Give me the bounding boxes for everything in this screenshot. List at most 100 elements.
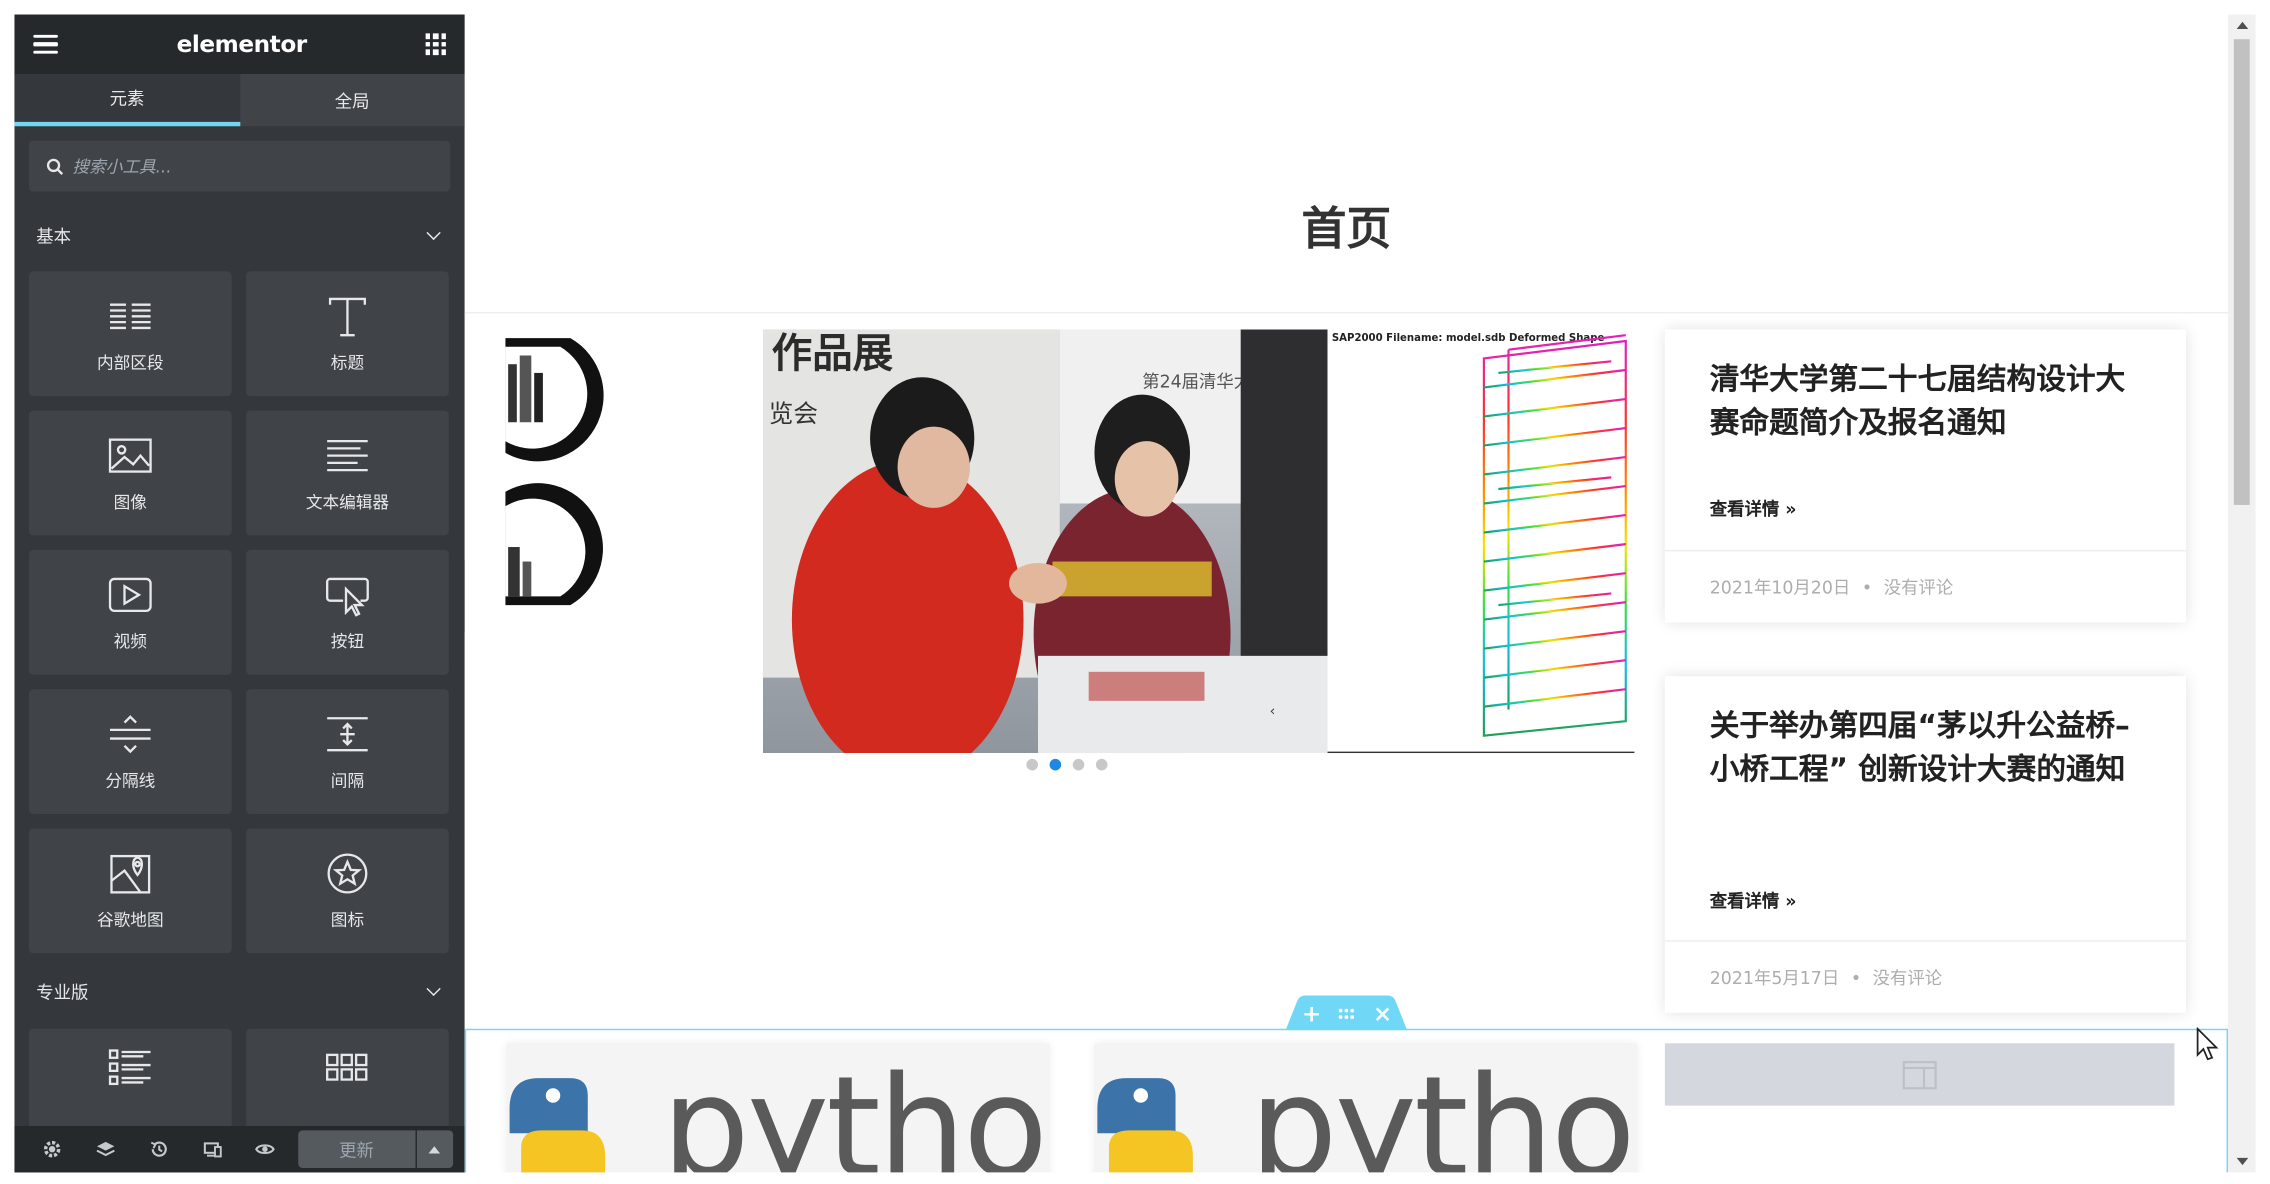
category-basic-title: 基本 bbox=[36, 225, 71, 246]
image-slider[interactable]: 作品展 览会 第24届清华大学结构设计大赛 bbox=[505, 329, 1635, 754]
widget-label: 图像 bbox=[113, 491, 147, 512]
elementor-logo: elementor bbox=[176, 30, 308, 59]
slider-dot[interactable] bbox=[1072, 758, 1085, 771]
posts-icon bbox=[108, 1049, 151, 1086]
history-icon[interactable] bbox=[132, 1139, 185, 1159]
settings-gear-icon[interactable] bbox=[26, 1139, 79, 1159]
search-icon bbox=[46, 158, 64, 175]
sidebar-widget-icon bbox=[1902, 1060, 1937, 1089]
post-date: 2021年10月20日 bbox=[1709, 577, 1851, 598]
text-editor-icon bbox=[327, 439, 368, 471]
widget-inner-section[interactable]: 内部区段 bbox=[28, 271, 232, 397]
python-wordmark: python bbox=[661, 1046, 1050, 1173]
widget-label: 图标 bbox=[330, 909, 365, 930]
meta-separator: • bbox=[1850, 967, 1862, 988]
preview-eye-icon[interactable] bbox=[239, 1139, 292, 1159]
read-more-link[interactable]: 查看详情 » bbox=[1710, 888, 1797, 913]
panel-footer: 更新 bbox=[14, 1125, 465, 1173]
widget-label: 视频 bbox=[113, 630, 147, 651]
python-wordmark: python bbox=[1249, 1046, 1637, 1173]
page-preview: 首页 作品展 览会 第24届清华大 SAP2000 Filename: mode… bbox=[464, 14, 2229, 1173]
portfolio-icon bbox=[326, 1053, 368, 1081]
widget-posts[interactable] bbox=[28, 1028, 232, 1131]
widget-label: 按钮 bbox=[330, 630, 365, 651]
svg-text:作品展: 作品展 bbox=[772, 329, 894, 377]
slide-prev-arrow[interactable]: ‹ bbox=[1270, 704, 1276, 720]
spacer-icon bbox=[327, 716, 368, 751]
widget-spacer[interactable]: 间隔 bbox=[246, 689, 449, 815]
slider-dot[interactable] bbox=[1026, 758, 1039, 771]
post-date: 2021年5月17日 bbox=[1709, 967, 1840, 989]
post-title[interactable]: 清华大学第二十七届结构设计大赛命题简介及报名通知 bbox=[1710, 357, 2152, 444]
post-card: 清华大学第二十七届结构设计大赛命题简介及报名通知 查看详情 » 2021年10月… bbox=[1664, 329, 2187, 623]
scroll-down-arrow-icon[interactable] bbox=[2236, 1157, 2249, 1166]
pro-widgets-grid bbox=[14, 1028, 464, 1131]
scroll-thumb[interactable] bbox=[2233, 39, 2250, 505]
update-button[interactable]: 更新 bbox=[297, 1130, 416, 1169]
widget-icon[interactable]: 图标 bbox=[246, 828, 449, 954]
sap2000-deformed-shape-image: SAP2000 Filename: model.sdb Deformed Sha… bbox=[1327, 329, 1635, 754]
save-options-button[interactable] bbox=[416, 1130, 454, 1169]
panel-header: elementor bbox=[14, 14, 465, 75]
post-card: 关于举办第四届“茅以升公益桥–小桥工程” 创新设计大赛的通知 查看详情 » 20… bbox=[1664, 676, 2187, 1013]
video-icon bbox=[108, 577, 152, 612]
widget-label: 文本编辑器 bbox=[305, 491, 390, 512]
page-title: 首页 bbox=[1301, 203, 1392, 256]
category-pro-header[interactable]: 专业版 bbox=[14, 977, 464, 1006]
menu-icon[interactable] bbox=[33, 34, 58, 55]
svg-text:览会: 览会 bbox=[769, 399, 818, 428]
tab-elements[interactable]: 元素 bbox=[14, 74, 240, 127]
post-comments: 没有评论 bbox=[1872, 967, 1943, 989]
responsive-mode-icon[interactable] bbox=[186, 1139, 239, 1159]
divider-icon bbox=[110, 714, 151, 753]
mouse-cursor-icon bbox=[2196, 1027, 2219, 1061]
widget-video[interactable]: 视频 bbox=[28, 549, 232, 675]
slider-pagination bbox=[1026, 758, 1108, 771]
read-more-link[interactable]: 查看详情 » bbox=[1710, 496, 1797, 521]
chevron-down-icon bbox=[426, 980, 441, 996]
preview-scrollbar[interactable] bbox=[2228, 14, 2256, 1173]
widget-label: 标题 bbox=[330, 351, 365, 373]
students-building-model-photo: 作品展 览会 第24届清华大学结构设计大赛 bbox=[762, 329, 1328, 754]
tab-global[interactable]: 全局 bbox=[240, 74, 465, 126]
widget-text-editor[interactable]: 文本编辑器 bbox=[246, 410, 449, 536]
widget-placeholder[interactable] bbox=[1664, 1043, 2175, 1106]
category-basic-header[interactable]: 基本 bbox=[14, 221, 464, 250]
button-icon bbox=[326, 577, 369, 616]
widget-search-input[interactable] bbox=[72, 155, 420, 177]
basic-widgets-grid: 内部区段 标题 图像 文本编辑器 视频 按钮 分隔线 间隔 谷歌地图 图标 bbox=[14, 271, 464, 954]
widget-portfolio[interactable] bbox=[246, 1028, 449, 1131]
chevron-down-icon bbox=[426, 224, 441, 240]
panel-tabs: 元素 全局 bbox=[14, 74, 465, 127]
python-image-card: python bbox=[1094, 1043, 1638, 1173]
slider-dot[interactable] bbox=[1049, 758, 1062, 771]
python-image-card: python bbox=[506, 1043, 1050, 1173]
elementor-panel: elementor 元素 全局 基本 bbox=[14, 14, 465, 1173]
inner-section-icon bbox=[110, 302, 151, 329]
widget-label: 分隔线 bbox=[105, 769, 156, 791]
slide-prev-partial bbox=[505, 329, 763, 754]
widget-button[interactable]: 按钮 bbox=[246, 549, 449, 675]
image-icon bbox=[108, 437, 152, 473]
widget-google-maps[interactable]: 谷歌地图 bbox=[28, 828, 232, 954]
category-pro-title: 专业版 bbox=[36, 981, 89, 1002]
navigator-layers-icon[interactable] bbox=[79, 1139, 132, 1159]
widget-label: 间隔 bbox=[330, 769, 365, 791]
widget-label: 内部区段 bbox=[96, 351, 164, 373]
star-icon bbox=[327, 852, 368, 893]
slider-dot[interactable] bbox=[1095, 758, 1108, 771]
widget-image[interactable]: 图像 bbox=[28, 410, 232, 536]
section-handle[interactable] bbox=[1274, 995, 1419, 1031]
post-comments: 没有评论 bbox=[1883, 577, 1954, 598]
chevron-up-icon bbox=[429, 1145, 441, 1153]
widget-divider[interactable]: 分隔线 bbox=[28, 689, 232, 815]
divider bbox=[464, 311, 2229, 314]
heading-icon bbox=[328, 297, 366, 336]
meta-separator: • bbox=[1861, 576, 1873, 598]
slide-active: 作品展 览会 第24届清华大学结构设计大赛 bbox=[762, 329, 1635, 754]
scroll-up-arrow-icon[interactable] bbox=[2236, 21, 2249, 30]
widget-search bbox=[28, 140, 451, 192]
apps-grid-icon[interactable] bbox=[425, 34, 446, 55]
post-title[interactable]: 关于举办第四届“茅以升公益桥–小桥工程” 创新设计大赛的通知 bbox=[1710, 704, 2152, 791]
widget-heading[interactable]: 标题 bbox=[246, 271, 449, 397]
